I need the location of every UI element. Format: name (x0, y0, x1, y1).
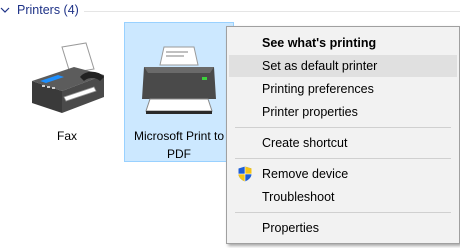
device-tile-print-to-pdf[interactable]: Microsoft Print to PDF (124, 22, 234, 162)
menu-item-label: Properties (262, 221, 319, 235)
chevron-down-icon[interactable] (0, 5, 10, 15)
menu-item-properties[interactable]: Properties (229, 217, 457, 239)
menu-separator (235, 212, 451, 213)
context-menu: See what's printing Set as default print… (226, 26, 460, 244)
menu-item-label: Printing preferences (262, 82, 374, 96)
menu-item-see-whats-printing[interactable]: See what's printing (229, 32, 457, 54)
menu-item-label: Remove device (262, 167, 349, 181)
group-divider (84, 11, 460, 12)
menu-item-label: Create shortcut (262, 136, 348, 150)
menu-separator (235, 158, 451, 159)
printers-group-header[interactable]: Printers (4) (0, 0, 460, 22)
menu-item-printing-preferences[interactable]: Printing preferences (229, 78, 457, 100)
menu-item-label: Set as default printer (262, 59, 378, 73)
menu-item-set-default-printer[interactable]: Set as default printer (229, 55, 457, 77)
device-label-print-to-pdf: Microsoft Print to PDF (133, 129, 225, 161)
uac-shield-icon (238, 166, 252, 182)
devices-and-printers-view: Printers (4) Fax Microsoft Print to PDF … (0, 0, 460, 248)
device-label-fax: Fax (56, 129, 77, 143)
menu-separator (235, 127, 451, 128)
menu-item-troubleshoot[interactable]: Troubleshoot (229, 186, 457, 208)
device-tile-fax[interactable]: Fax (12, 22, 122, 162)
menu-item-label: See what's printing (262, 36, 377, 50)
printer-icon (142, 46, 216, 114)
menu-item-printer-properties[interactable]: Printer properties (229, 101, 457, 123)
fax-icon (32, 42, 104, 113)
menu-item-label: Troubleshoot (262, 190, 335, 204)
menu-item-remove-device[interactable]: Remove device (229, 163, 457, 185)
group-title: Printers (4) (17, 3, 79, 17)
menu-item-label: Printer properties (262, 105, 358, 119)
menu-item-create-shortcut[interactable]: Create shortcut (229, 132, 457, 154)
